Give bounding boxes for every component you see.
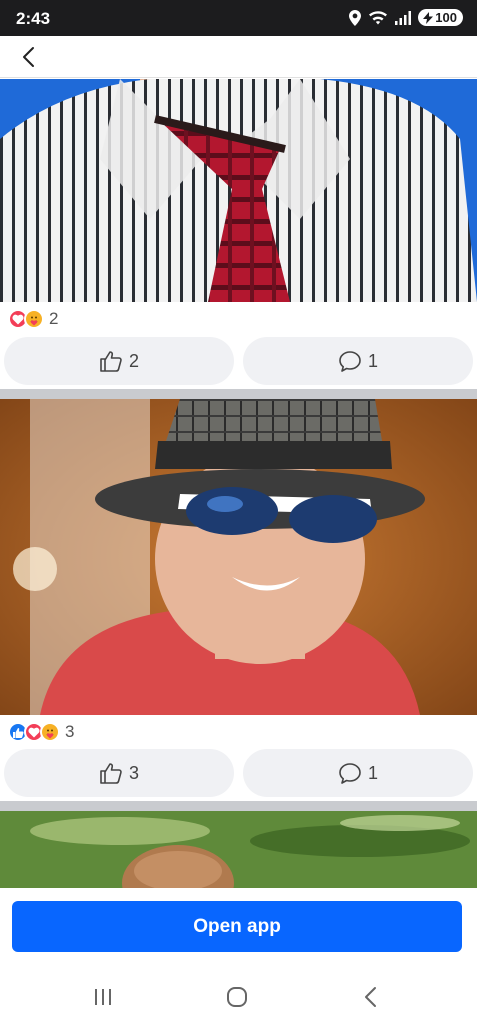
charging-icon — [423, 11, 434, 24]
top-bar — [0, 36, 477, 78]
care-reaction-icon — [40, 722, 60, 742]
wifi-icon — [369, 10, 388, 24]
thumbs-up-icon — [100, 351, 122, 372]
post-photo-2[interactable] — [0, 399, 477, 715]
comment-button[interactable]: 1 — [243, 749, 473, 797]
home-icon — [227, 987, 247, 1007]
recent-apps-icon — [95, 989, 111, 1005]
like-count: 2 — [128, 350, 139, 371]
back-arrow-icon — [23, 47, 34, 67]
signal-icon — [395, 10, 412, 25]
post-photo-1[interactable] — [0, 79, 477, 302]
comment-button[interactable]: 1 — [243, 337, 473, 385]
back-button[interactable] — [14, 42, 44, 72]
system-nav-bar — [0, 968, 477, 1024]
like-button[interactable]: 2 — [4, 337, 234, 385]
reaction-count: 2 — [49, 309, 59, 328]
status-icons: 100 — [349, 9, 463, 26]
location-icon — [349, 9, 362, 26]
reaction-summary-2[interactable]: 3 — [8, 720, 74, 744]
battery-level: 100 — [435, 10, 457, 25]
post-photo-3[interactable] — [0, 811, 477, 888]
comment-count: 1 — [367, 762, 378, 783]
post-divider — [0, 801, 477, 811]
thumbs-up-icon — [100, 763, 122, 784]
post-divider — [0, 389, 477, 399]
open-app-button[interactable]: Open app — [12, 901, 462, 952]
home-button[interactable] — [222, 982, 252, 1012]
battery-indicator: 100 — [418, 9, 463, 26]
recent-apps-button[interactable] — [88, 982, 118, 1012]
reaction-count: 3 — [65, 722, 75, 741]
like-count: 3 — [128, 762, 139, 783]
system-back-button[interactable] — [356, 982, 386, 1012]
like-button[interactable]: 3 — [4, 749, 234, 797]
back-icon — [365, 987, 376, 1007]
comment-icon — [339, 763, 361, 784]
care-reaction-icon — [24, 309, 44, 329]
reaction-summary-1[interactable]: 2 — [8, 307, 58, 331]
status-bar: 2:43 100 — [0, 0, 477, 36]
cta-bar: Open app — [0, 888, 477, 968]
status-time: 2:43 — [16, 9, 51, 28]
comment-icon — [339, 351, 361, 372]
comment-count: 1 — [367, 350, 378, 371]
